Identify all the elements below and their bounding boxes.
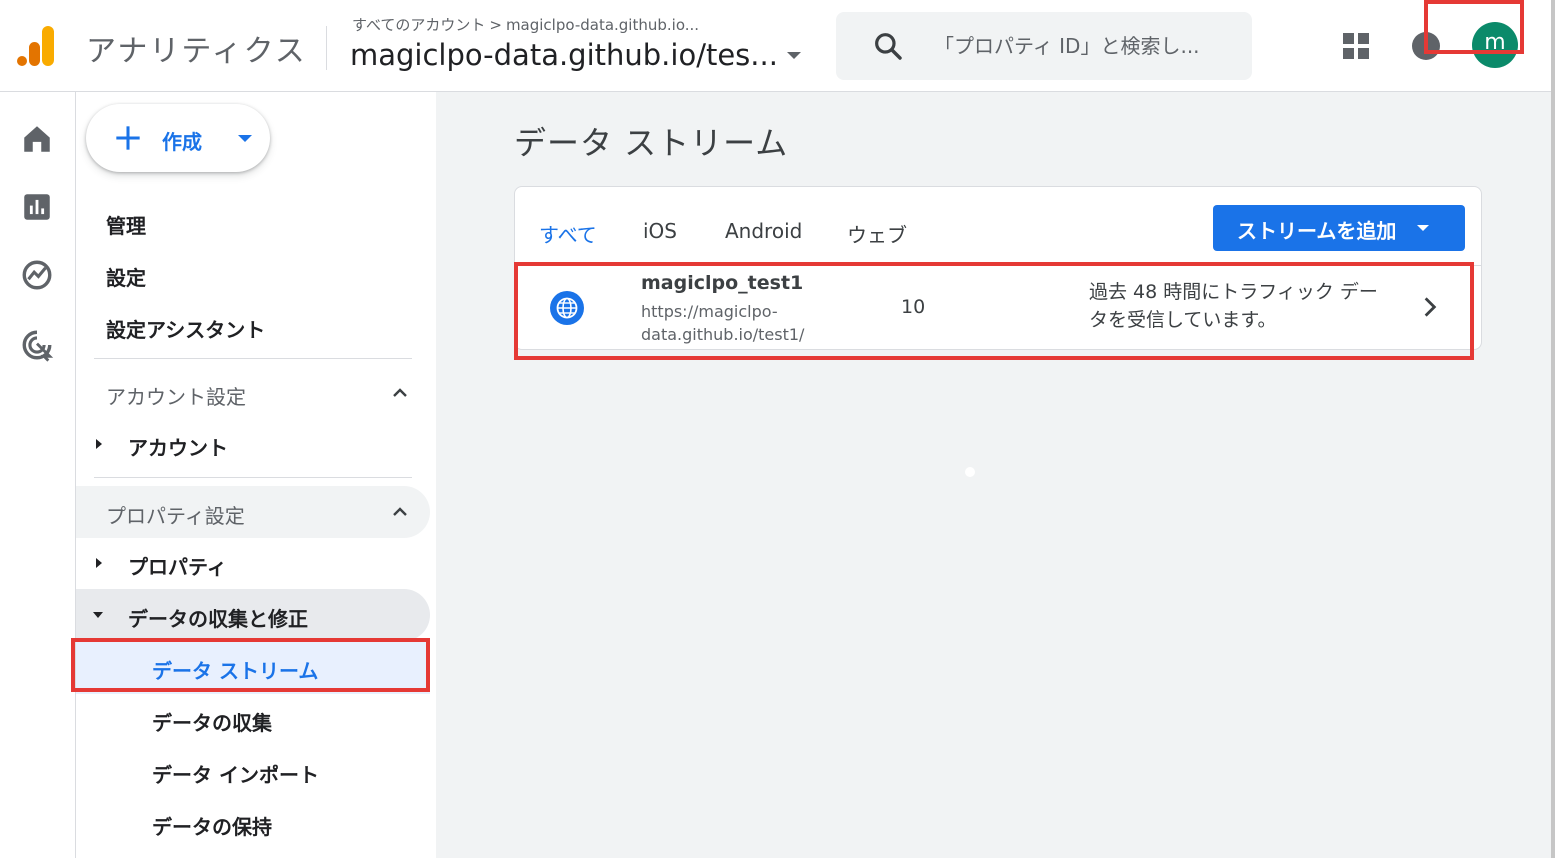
left-rail: [0, 92, 76, 858]
nav-data-retention[interactable]: データの保持: [152, 811, 272, 840]
property-dropdown-icon[interactable]: [787, 52, 801, 59]
nav-setup-assistant[interactable]: 設定アシスタント: [106, 314, 265, 343]
add-stream-button[interactable]: ストリームを追加: [1213, 205, 1465, 251]
search-bar[interactable]: [836, 12, 1252, 80]
stream-row-highlight-box: [514, 262, 1474, 360]
section-property-settings[interactable]: プロパティ設定: [106, 500, 245, 529]
apps-grid-icon[interactable]: [1342, 32, 1370, 60]
home-icon[interactable]: [20, 122, 54, 156]
nav-account[interactable]: アカウント: [128, 432, 228, 461]
add-stream-label: ストリームを追加: [1237, 219, 1397, 243]
sidebar-divider: [94, 358, 412, 359]
admin-sidebar: 作成 管理 設定 設定アシスタント アカウント設定 アカウント プロパティ設定 …: [71, 92, 436, 858]
breadcrumb-account[interactable]: magiclpo-data.github.io...: [506, 16, 699, 34]
plus-icon: [116, 126, 140, 150]
property-selector[interactable]: magiclpo-data.github.io/tes...: [350, 38, 778, 72]
avatar-highlight-box: [1424, 0, 1524, 54]
nav-admin[interactable]: 管理: [106, 210, 146, 239]
chevron-up-icon[interactable]: [390, 502, 410, 522]
app-name: アナリティクス: [86, 34, 307, 69]
loading-dot: [965, 467, 975, 477]
search-input[interactable]: [934, 26, 1234, 66]
nav-data-import[interactable]: データ インポート: [152, 759, 319, 788]
breadcrumb[interactable]: すべてのアカウント > magiclpo-data.github.io...: [352, 14, 699, 35]
explore-icon[interactable]: [20, 258, 54, 292]
search-icon[interactable]: [872, 30, 904, 62]
tab-android[interactable]: Android: [725, 219, 802, 243]
header-divider: [326, 26, 327, 70]
tab-web[interactable]: ウェブ: [847, 219, 907, 248]
breadcrumb-separator: >: [489, 16, 502, 34]
nav-property[interactable]: プロパティ: [128, 551, 227, 580]
advertising-icon[interactable]: [20, 328, 54, 362]
top-bar: アナリティクス すべてのアカウント > magiclpo-data.github.i…: [0, 0, 1555, 92]
add-stream-dropdown-icon: [1417, 225, 1429, 231]
tab-all[interactable]: すべて: [539, 219, 597, 248]
nav-settings[interactable]: 設定: [106, 262, 146, 291]
tab-ios[interactable]: iOS: [643, 219, 677, 243]
create-button[interactable]: 作成: [86, 104, 270, 172]
breadcrumb-root[interactable]: すべてのアカウント: [352, 16, 485, 34]
collapse-arrow-icon[interactable]: [93, 612, 103, 618]
create-label: 作成: [162, 130, 202, 154]
page-title: データ ストリーム: [514, 124, 789, 162]
create-dropdown-icon: [238, 135, 252, 142]
nav-data-collection[interactable]: データの収集: [152, 707, 272, 736]
reports-icon[interactable]: [20, 190, 54, 224]
analytics-logo-icon[interactable]: [16, 24, 56, 68]
expand-arrow-icon[interactable]: [96, 558, 102, 568]
chevron-up-icon[interactable]: [390, 383, 410, 403]
data-streams-highlight-box: [71, 638, 430, 692]
sidebar-divider: [94, 477, 412, 478]
window-edge: [1551, 0, 1555, 858]
section-account-settings[interactable]: アカウント設定: [106, 381, 246, 410]
expand-arrow-icon[interactable]: [96, 439, 102, 449]
nav-data-collection-modification[interactable]: データの収集と修正: [128, 603, 308, 632]
